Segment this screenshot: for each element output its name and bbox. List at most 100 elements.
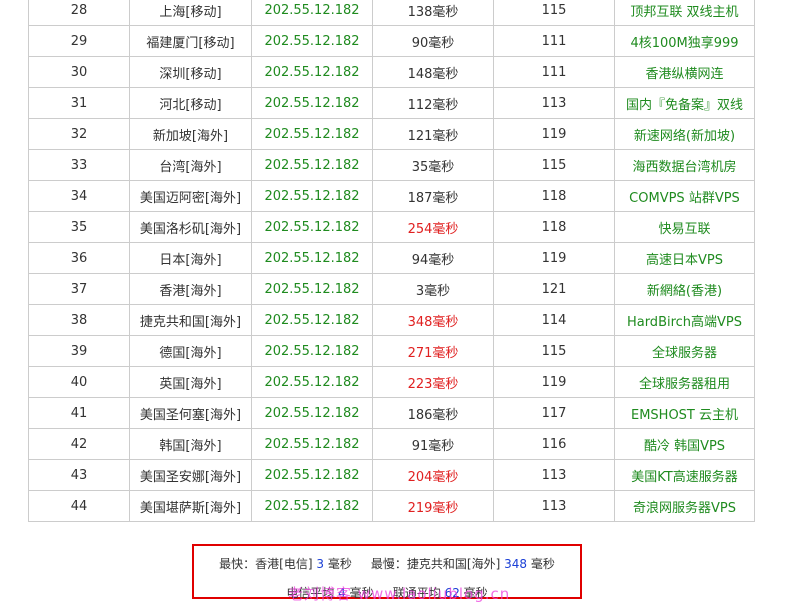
row-latency: 3毫秒 [372, 273, 494, 305]
row-number: 29 [28, 25, 130, 57]
telecom-average-unit: 毫秒 [349, 586, 374, 600]
table-row: 38 捷克共和国[海外] 202.55.12.182 348毫秒 114 HardBirc… [28, 304, 755, 336]
row-ttl: 119 [493, 242, 615, 274]
row-ip: 202.55.12.182 [251, 397, 373, 429]
table-row: 34 美国迈阿密[海外] 202.55.12.182 187毫秒 118 COMVPS 站… [28, 180, 755, 212]
table-row: 35 美国洛杉矶[海外] 202.55.12.182 254毫秒 118 快易互联 [28, 211, 755, 243]
row-host-ad[interactable]: HardBirch高端VPS [614, 304, 755, 336]
row-host-ad[interactable]: 全球服务器 [614, 335, 755, 367]
row-ttl: 111 [493, 56, 615, 88]
row-ip: 202.55.12.182 [251, 25, 373, 57]
row-number: 36 [28, 242, 130, 274]
slowest-unit: 毫秒 [530, 557, 555, 571]
table-row: 33 台湾[海外] 202.55.12.182 35毫秒 115 海西数据台湾机房 [28, 149, 755, 181]
table-row: 31 河北[移动] 202.55.12.182 112毫秒 113 国内『免备案』双线 [28, 87, 755, 119]
row-ip: 202.55.12.182 [251, 0, 373, 26]
row-ip: 202.55.12.182 [251, 118, 373, 150]
row-latency: 186毫秒 [372, 397, 494, 429]
row-host-ad[interactable]: EMSHOST 云主机 [614, 397, 755, 429]
row-host-ad[interactable]: 新速网络(新加坡) [614, 118, 755, 150]
row-location: 美国迈阿密[海外] [129, 180, 252, 212]
row-location: 上海[移动] [129, 0, 252, 26]
row-ttl: 118 [493, 211, 615, 243]
row-host-ad[interactable]: 高速日本VPS [614, 242, 755, 274]
row-host-ad[interactable]: 新網絡(香港) [614, 273, 755, 305]
unicom-average-unit: 毫秒 [463, 586, 488, 600]
row-latency: 121毫秒 [372, 118, 494, 150]
row-number: 38 [28, 304, 130, 336]
row-ttl: 119 [493, 366, 615, 398]
row-host-ad[interactable]: 顶邦互联 双线主机 [614, 0, 755, 26]
row-ttl: 116 [493, 428, 615, 460]
table-row: 32 新加坡[海外] 202.55.12.182 121毫秒 119 新速网络(新加坡) [28, 118, 755, 150]
row-ip: 202.55.12.182 [251, 490, 373, 522]
row-number: 41 [28, 397, 130, 429]
row-ttl: 113 [493, 87, 615, 119]
row-latency: 254毫秒 [372, 211, 494, 243]
summary-averages: 电信平均 4 毫秒 联通平均 62 毫秒 [194, 584, 580, 601]
row-host-ad[interactable]: 酷冷 韩国VPS [614, 428, 755, 460]
fastest-unit: 毫秒 [327, 557, 352, 571]
row-host-ad[interactable]: 海西数据台湾机房 [614, 149, 755, 181]
row-host-ad[interactable]: 国内『免备案』双线 [614, 87, 755, 119]
unicom-average-value: 62 [444, 586, 460, 600]
row-host-ad[interactable]: 香港纵横网连 [614, 56, 755, 88]
row-ip: 202.55.12.182 [251, 56, 373, 88]
row-location: 美国圣安娜[海外] [129, 459, 252, 491]
table-row: 41 美国圣何塞[海外] 202.55.12.182 186毫秒 117 EMSHOST … [28, 397, 755, 429]
row-location: 德国[海外] [129, 335, 252, 367]
row-location: 河北[移动] [129, 87, 252, 119]
row-location: 美国洛杉矶[海外] [129, 211, 252, 243]
row-host-ad[interactable]: 奇浪网服务器VPS [614, 490, 755, 522]
row-number: 39 [28, 335, 130, 367]
row-ip: 202.55.12.182 [251, 87, 373, 119]
row-location: 英国[海外] [129, 366, 252, 398]
row-ttl: 111 [493, 25, 615, 57]
row-ip: 202.55.12.182 [251, 304, 373, 336]
summary-box: 最快：香港[电信] 3 毫秒 最慢：捷克共和国[海外] 348 毫秒 电信平均 … [192, 544, 582, 601]
row-latency: 91毫秒 [372, 428, 494, 460]
row-host-ad[interactable]: 美国KT高速服务器 [614, 459, 755, 491]
row-ttl: 113 [493, 459, 615, 491]
row-host-ad[interactable]: COMVPS 站群VPS [614, 180, 755, 212]
row-ttl: 115 [493, 0, 615, 26]
row-location: 美国圣何塞[海外] [129, 397, 252, 429]
row-number: 37 [28, 273, 130, 305]
fastest-label: 最快：香港[电信] [219, 557, 313, 571]
row-ttl: 115 [493, 149, 615, 181]
row-ip: 202.55.12.182 [251, 242, 373, 274]
row-number: 34 [28, 180, 130, 212]
table-row: 43 美国圣安娜[海外] 202.55.12.182 204毫秒 113 美国KT高速服务… [28, 459, 755, 491]
row-latency: 35毫秒 [372, 149, 494, 181]
telecom-average-label: 电信平均 [286, 586, 335, 600]
row-host-ad[interactable]: 4核100M独享999 [614, 25, 755, 57]
row-location: 福建厦门[移动] [129, 25, 252, 57]
row-location: 日本[海外] [129, 242, 252, 274]
row-ip: 202.55.12.182 [251, 366, 373, 398]
table-row: 42 韩国[海外] 202.55.12.182 91毫秒 116 酷冷 韩国VPS [28, 428, 755, 460]
table-row: 36 日本[海外] 202.55.12.182 94毫秒 119 高速日本VPS [28, 242, 755, 274]
row-location: 新加坡[海外] [129, 118, 252, 150]
row-number: 40 [28, 366, 130, 398]
row-latency: 138毫秒 [372, 0, 494, 26]
row-latency: 148毫秒 [372, 56, 494, 88]
row-latency: 204毫秒 [372, 459, 494, 491]
ping-results-table: 28 上海[移动] 202.55.12.182 138毫秒 115 顶邦互联 双线主机 29… [28, 0, 755, 522]
row-number: 30 [28, 56, 130, 88]
row-latency: 223毫秒 [372, 366, 494, 398]
row-host-ad[interactable]: 快易互联 [614, 211, 755, 243]
table-row: 30 深圳[移动] 202.55.12.182 148毫秒 111 香港纵横网连 [28, 56, 755, 88]
row-ip: 202.55.12.182 [251, 273, 373, 305]
row-latency: 112毫秒 [372, 87, 494, 119]
row-host-ad[interactable]: 全球服务器租用 [614, 366, 755, 398]
table-row: 39 德国[海外] 202.55.12.182 271毫秒 115 全球服务器 [28, 335, 755, 367]
row-location: 美国堪萨斯[海外] [129, 490, 252, 522]
row-ip: 202.55.12.182 [251, 335, 373, 367]
row-latency: 219毫秒 [372, 490, 494, 522]
row-ttl: 113 [493, 490, 615, 522]
slowest-label: 最慢：捷克共和国[海外] [370, 557, 501, 571]
row-latency: 187毫秒 [372, 180, 494, 212]
row-number: 43 [28, 459, 130, 491]
row-latency: 94毫秒 [372, 242, 494, 274]
unicom-average-label: 联通平均 [392, 586, 441, 600]
